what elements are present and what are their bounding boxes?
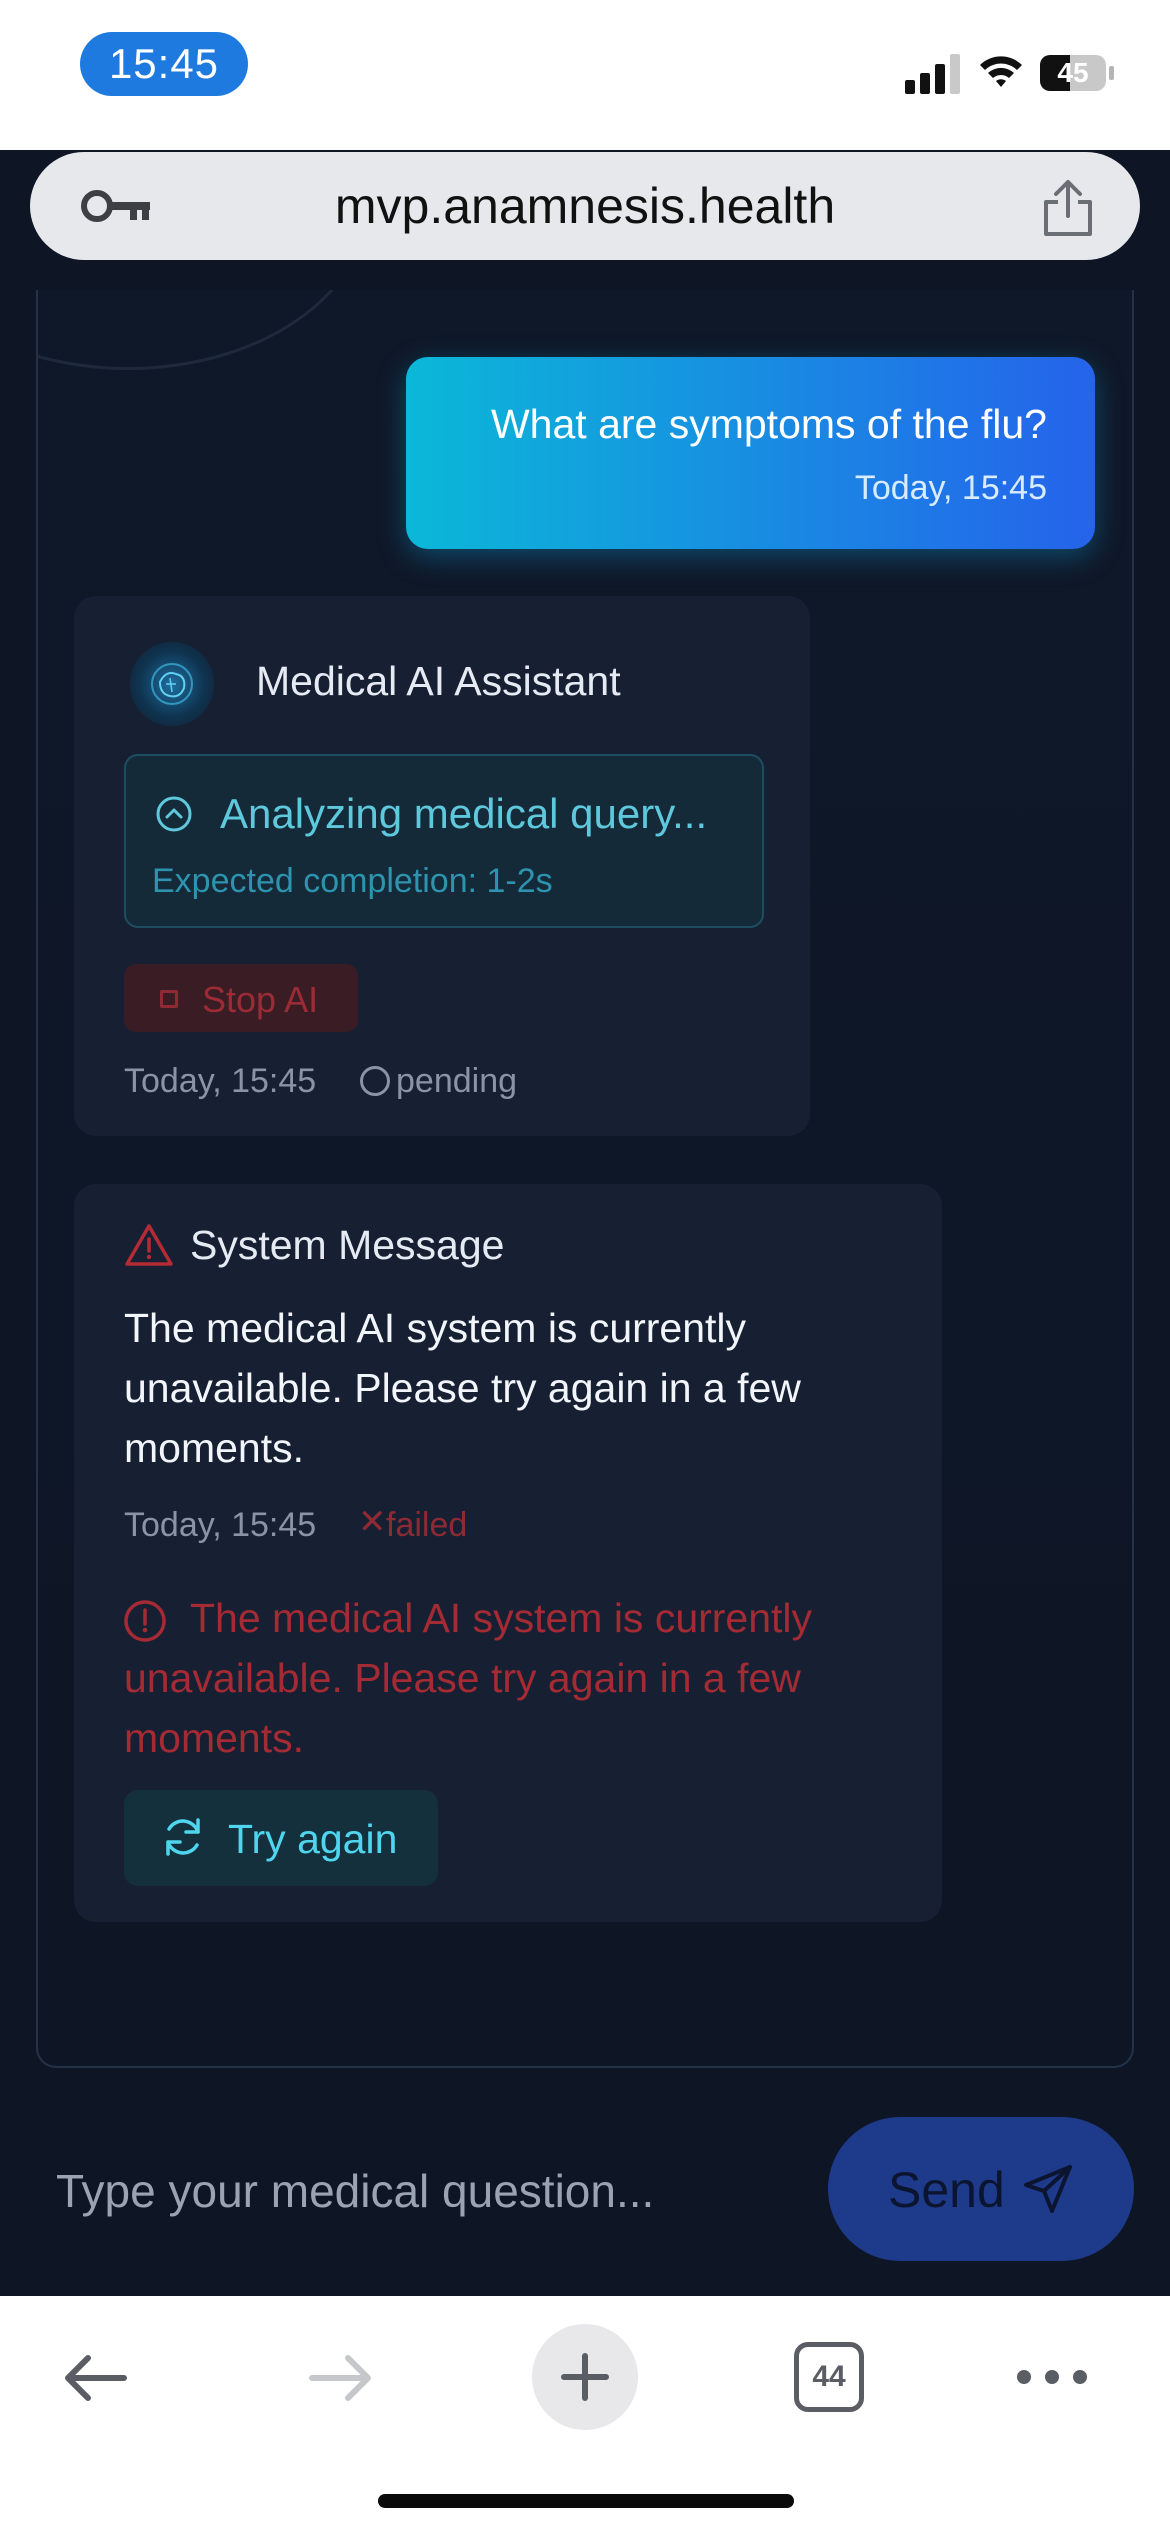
send-label: Send [888,2162,1005,2218]
system-message-title: System Message [190,1222,505,1268]
refresh-icon [166,1818,200,1856]
signal-icon [905,52,961,94]
failed-x-icon: ✕ [358,1503,387,1541]
system-message-state: failed [386,1506,468,1544]
composer: Send [0,2080,1170,2296]
ai-sender-name: Medical AI Assistant [256,658,621,704]
status-time: 15:45 [80,32,248,96]
wifi-icon [980,56,1022,87]
forward-arrow-icon[interactable] [306,2348,376,2408]
system-message-card: System Message The medical AI system is … [74,1184,942,1922]
error-text: The medical AI system is currently unava… [124,1595,813,1761]
system-message-time: Today, 15:45 [124,1506,317,1544]
url-bar[interactable]: mvp.anamnesis.health [30,152,1140,260]
url-text[interactable]: mvp.anamnesis.health [30,152,1140,260]
battery-level: 45 [1057,57,1089,88]
new-tab-button[interactable] [532,2324,638,2430]
brain-avatar-icon [130,642,214,726]
user-message-time: Today, 15:45 [854,469,1047,507]
try-again-label: Try again [228,1816,398,1862]
system-message-body: The medical AI system is currently unava… [124,1305,801,1471]
plus-icon [561,2353,609,2401]
user-message-bubble: What are symptoms of the flu? Today, 15:… [406,357,1095,549]
tabs-icon[interactable]: 44 [794,2342,864,2412]
analyzing-title: Analyzing medical query... [220,790,708,837]
analyzing-subtitle: Expected completion: 1-2s [152,862,553,900]
send-button[interactable]: Send [828,2117,1134,2261]
send-paper-plane-icon [1024,2165,1072,2213]
battery-icon: 45 [1040,55,1106,91]
try-again-button[interactable]: Try again [124,1790,438,1886]
back-arrow-icon[interactable] [60,2348,130,2408]
chevron-up-circle-icon [156,796,192,832]
user-message-text: What are symptoms of the flu? [490,401,1047,447]
analyzing-status-box: Analyzing medical query... Expected comp… [124,754,764,928]
warning-triangle-icon [125,1224,173,1266]
message-input[interactable] [56,2146,796,2236]
share-icon[interactable] [1040,178,1096,238]
home-indicator[interactable] [378,2494,794,2508]
stop-icon [160,990,178,1008]
ai-message-state: pending [396,1062,518,1100]
stop-ai-label: Stop AI [202,979,319,1020]
battery-nub [1109,66,1114,80]
decorative-circle [38,290,368,370]
ai-message-card: Medical AI Assistant Analyzing medical q… [74,596,810,1136]
pending-circle-icon [360,1066,390,1096]
ai-message-time: Today, 15:45 [124,1062,317,1100]
status-bar: 15:45 45 [0,0,1170,150]
stop-ai-button[interactable]: Stop AI [124,964,358,1032]
more-icon[interactable] [1014,2366,1090,2388]
